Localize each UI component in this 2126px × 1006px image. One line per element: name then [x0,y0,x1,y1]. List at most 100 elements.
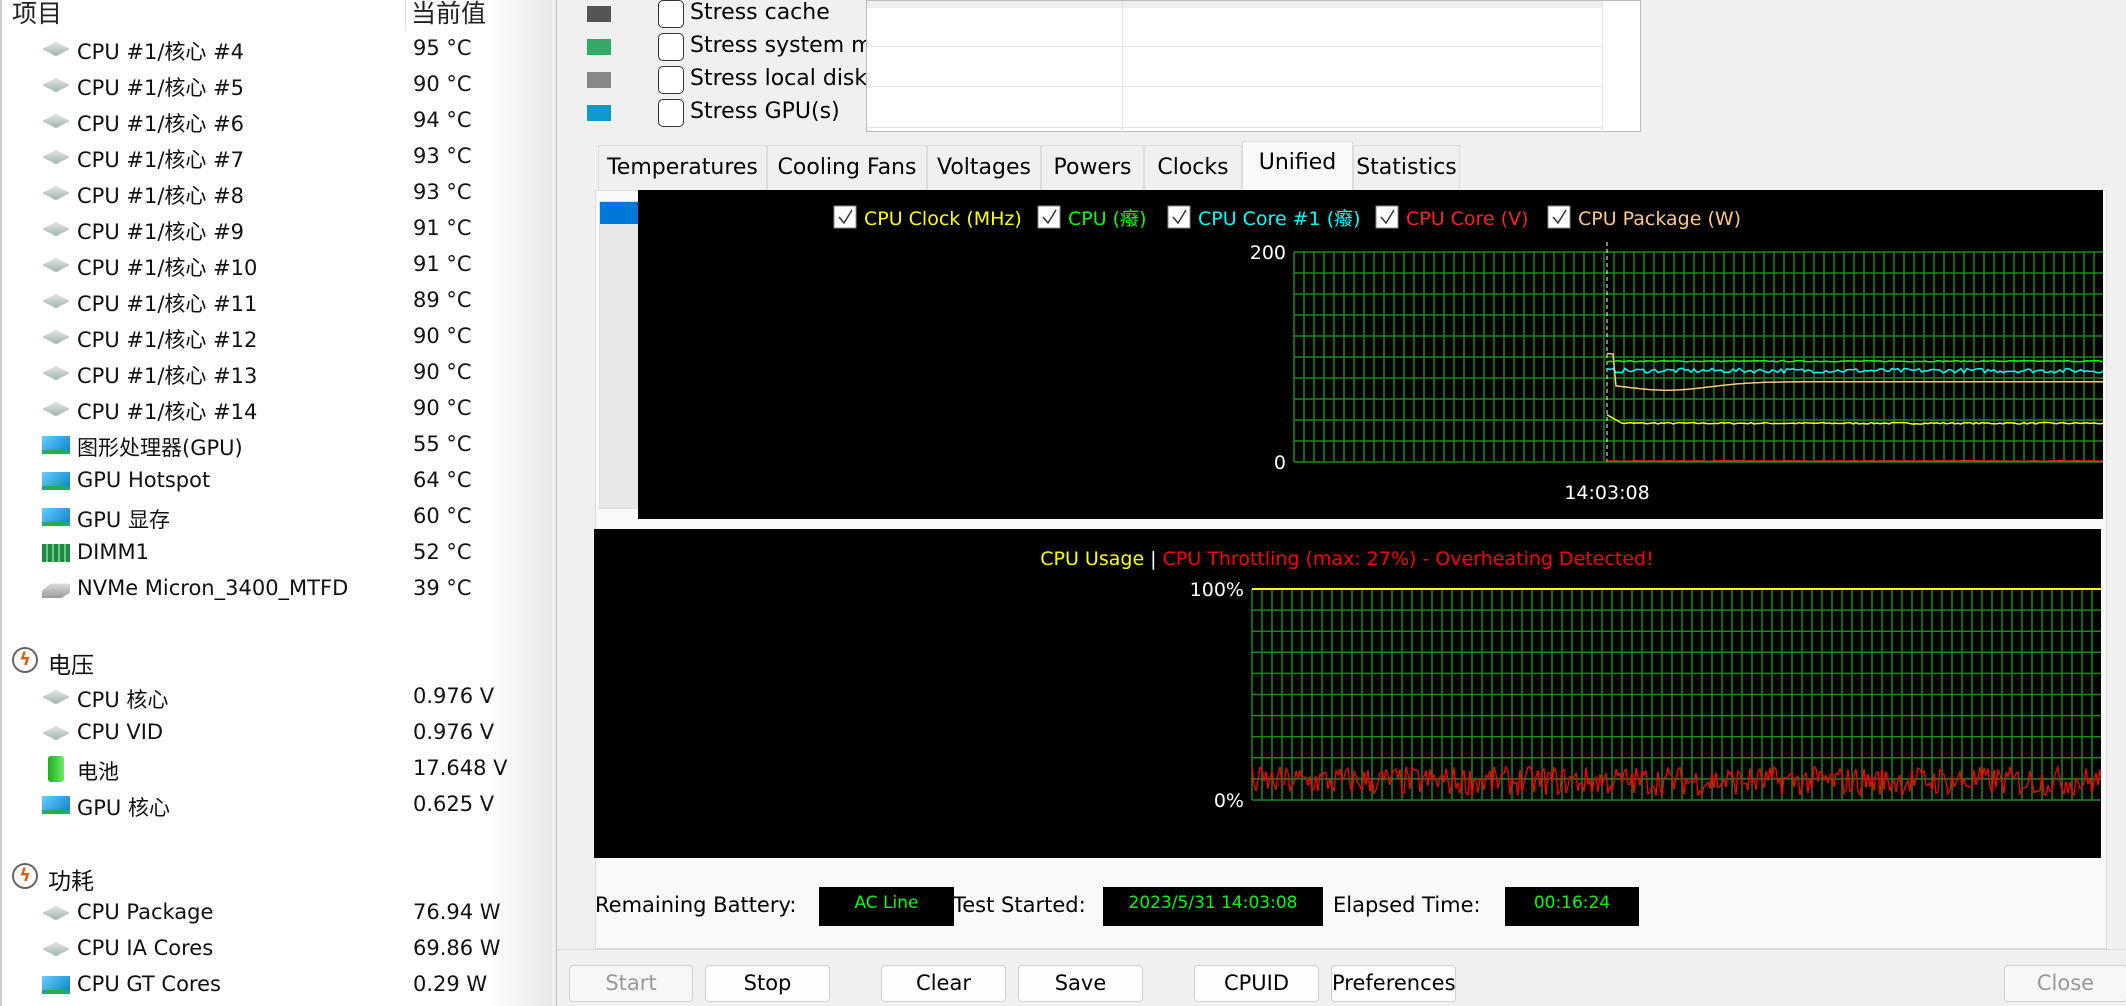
tab-cooling-fans[interactable]: Cooling Fans [767,145,927,190]
sensor-label: CPU #1/核心 #13 [77,364,258,388]
sensor-row[interactable]: CPU #1/核心 #7 93 °C [2,139,542,175]
cpu-chip-icon [42,329,70,345]
cpuid-button[interactable]: CPUID [1194,965,1319,1002]
sensor-value: 90 °C [413,360,472,384]
sensor-value: 64 °C [413,468,472,492]
clear-button[interactable]: Clear [881,965,1006,1002]
tab-clocks[interactable]: Clocks [1144,145,1242,190]
sensor-value: 94 °C [413,108,472,132]
tab-statistics[interactable]: Statistics [1353,145,1460,190]
sensor-label: CPU #1/核心 #8 [77,184,245,208]
save-button[interactable]: Save [1018,965,1143,1002]
sensor-row[interactable]: CPU #1/核心 #4 95 °C [2,31,542,67]
sensor-label: 图形处理器(GPU) [77,436,243,460]
title-title_sep: | [1144,548,1162,570]
column-header-value[interactable]: 当前值 [411,0,486,30]
stress-checkbox[interactable] [658,33,684,61]
stress-checkbox[interactable] [658,0,684,28]
legend-item[interactable]: CPU Core (V) [1375,205,1529,230]
tab-unified[interactable]: Unified [1242,141,1353,191]
sensor-value: 90 °C [413,72,472,96]
gpu-icon [587,105,611,121]
cpu-chip-icon [42,725,70,741]
sensor-row[interactable]: NVMe Micron_3400_MTFD 39 °C [2,571,542,607]
legend-checkbox [1547,205,1571,229]
sensor-row[interactable]: CPU #1/核心 #6 94 °C [2,103,542,139]
sensor-row[interactable]: CPU #1/核心 #10 91 °C [2,247,542,283]
stress-checkbox[interactable] [658,66,684,94]
stress-checkbox[interactable] [658,99,684,127]
battery-value: AC Line [819,887,954,926]
gpu-card-icon [42,508,70,526]
close-button[interactable]: Close [2004,965,2126,1002]
section-header[interactable]: ϟ 功耗 [2,859,542,895]
chart-grid [1251,588,2126,801]
sensor-label: CPU #1/核心 #11 [77,292,258,316]
tab-voltages[interactable]: Voltages [927,145,1041,190]
graph-list[interactable] [599,201,639,509]
sensor-row[interactable]: CPU #1/核心 #8 93 °C [2,175,542,211]
elapsed-time-label: Elapsed Time: [1333,893,1481,917]
legend-item[interactable]: CPU (癈) [1037,205,1147,230]
battery-icon [48,756,64,782]
sensor-row[interactable]: CPU #1/核心 #13 90 °C [2,355,542,391]
sensor-row[interactable]: DIMM1 52 °C [2,535,542,571]
sensor-value: 60 °C [413,504,472,528]
cpu-chip-icon [42,905,70,921]
tab-powers[interactable]: Powers [1041,145,1144,190]
sensor-value: 0.976 V [413,720,495,744]
sensor-row[interactable]: CPU Package 76.94 W [2,895,542,931]
column-header-item[interactable]: 项目 [12,0,62,30]
sensor-value: 0.29 W [413,972,488,996]
legend-checkbox [1167,205,1191,229]
sensor-row[interactable]: GPU Hotspot 64 °C [2,463,542,499]
legend-item[interactable]: CPU Package (W) [1547,205,1741,230]
legend-item[interactable]: CPU Clock (MHz) [833,205,1022,230]
sensor-value: 89 °C [413,288,472,312]
stop-button[interactable]: Stop [705,965,830,1002]
sensor-row[interactable]: GPU 核心 0.625 V [2,787,542,823]
cpu-chip-icon [42,149,70,165]
section-header[interactable]: ϟ 电压 [2,643,542,679]
sensor-row[interactable]: CPU GT Cores 0.29 W [2,967,542,1003]
sensor-label: CPU #1/核心 #6 [77,112,245,136]
sensor-value: 55 °C [413,432,472,456]
sensor-label: 电池 [77,760,119,784]
cpu-chip-icon [42,257,70,273]
cpu-chip-icon [42,689,70,705]
system-stability-test-dialog: Stress cache Stress system mem Stress loca… [556,0,2126,1006]
sensor-value: 91 °C [413,216,472,240]
sensor-row[interactable]: 图形处理器(GPU) 55 °C [2,427,542,463]
preferences-button[interactable]: Preferences [1331,965,1456,1002]
sensor-row[interactable]: CPU #1/核心 #9 91 °C [2,211,542,247]
sensor-row[interactable]: CPU #1/核心 #5 90 °C [2,67,542,103]
cpu-chip-icon [42,185,70,201]
sensor-row[interactable]: CPU IA Cores 69.86 W [2,931,542,967]
sensor-row[interactable]: CPU #1/核心 #12 90 °C [2,319,542,355]
sensor-label: GPU 核心 [77,796,170,820]
sensor-row[interactable]: 电池 17.648 V [2,751,542,787]
legend-item[interactable]: CPU Core #1 (癈) [1167,205,1361,230]
x-marker-label: 14:03:08 [1564,482,1649,504]
y-tick-label: 0% [1214,790,1244,812]
chart-title: CPU Usage | CPU Throttling (max: 27%) - … [1040,548,1653,570]
cpu-chip-icon [42,941,70,957]
gpu-card-icon [42,796,70,814]
memory-dimm-icon [42,544,70,562]
sensor-label: CPU #1/核心 #10 [77,256,258,280]
sensor-row[interactable]: CPU 核心 0.976 V [2,679,542,715]
sensor-row[interactable]: CPU #1/核心 #11 89 °C [2,283,542,319]
cpu-chip-icon [42,293,70,309]
cpu-chip-icon [42,365,70,381]
cpu-chip-icon [42,221,70,237]
sensor-label: CPU #1/核心 #4 [77,40,245,64]
tab-temperatures[interactable]: Temperatures [598,145,767,190]
y-tick-label: 0 [1274,452,1286,474]
start-button[interactable]: Start [569,965,693,1002]
sensor-row[interactable]: CPU VID 0.976 V [2,715,542,751]
chart-grid [1293,251,2126,463]
sensor-row[interactable]: CPU #1/核心 #14 90 °C [2,391,542,427]
gpu-card-icon [42,472,70,490]
selected-item[interactable] [600,202,638,224]
sensor-row[interactable]: GPU 显存 60 °C [2,499,542,535]
